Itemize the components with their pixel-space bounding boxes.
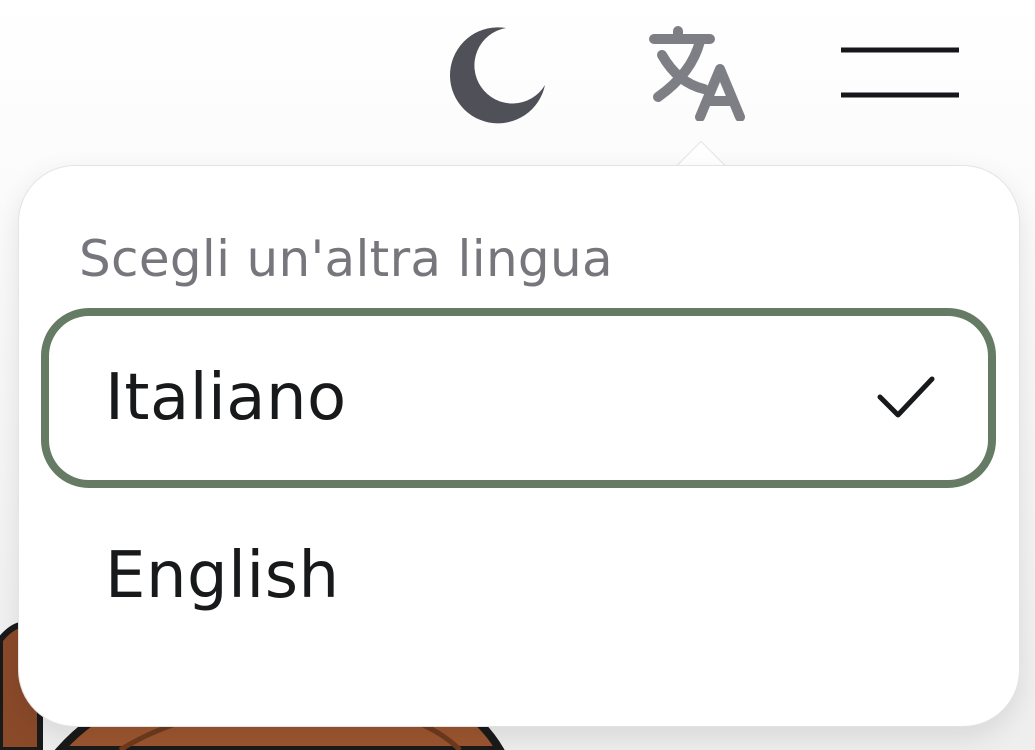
language-menu-arrow [670,138,732,168]
moon-icon [449,27,545,124]
language-option-label: Italiano [105,361,347,435]
top-bar [0,0,1035,150]
language-menu: Scegli un'altra lingua Italiano English [19,166,1019,726]
language-menu-heading: Scegli un'altra lingua [79,230,613,288]
language-option-label: English [105,539,340,613]
language-button[interactable] [640,18,760,128]
translate-icon [649,26,745,121]
check-icon [877,376,935,418]
language-option-italiano[interactable]: Italiano [41,308,996,488]
hamburger-menu-button[interactable] [830,30,970,110]
hamburger-icon [841,47,959,98]
language-option-english[interactable]: English [41,486,996,666]
theme-toggle-button[interactable] [440,20,555,130]
